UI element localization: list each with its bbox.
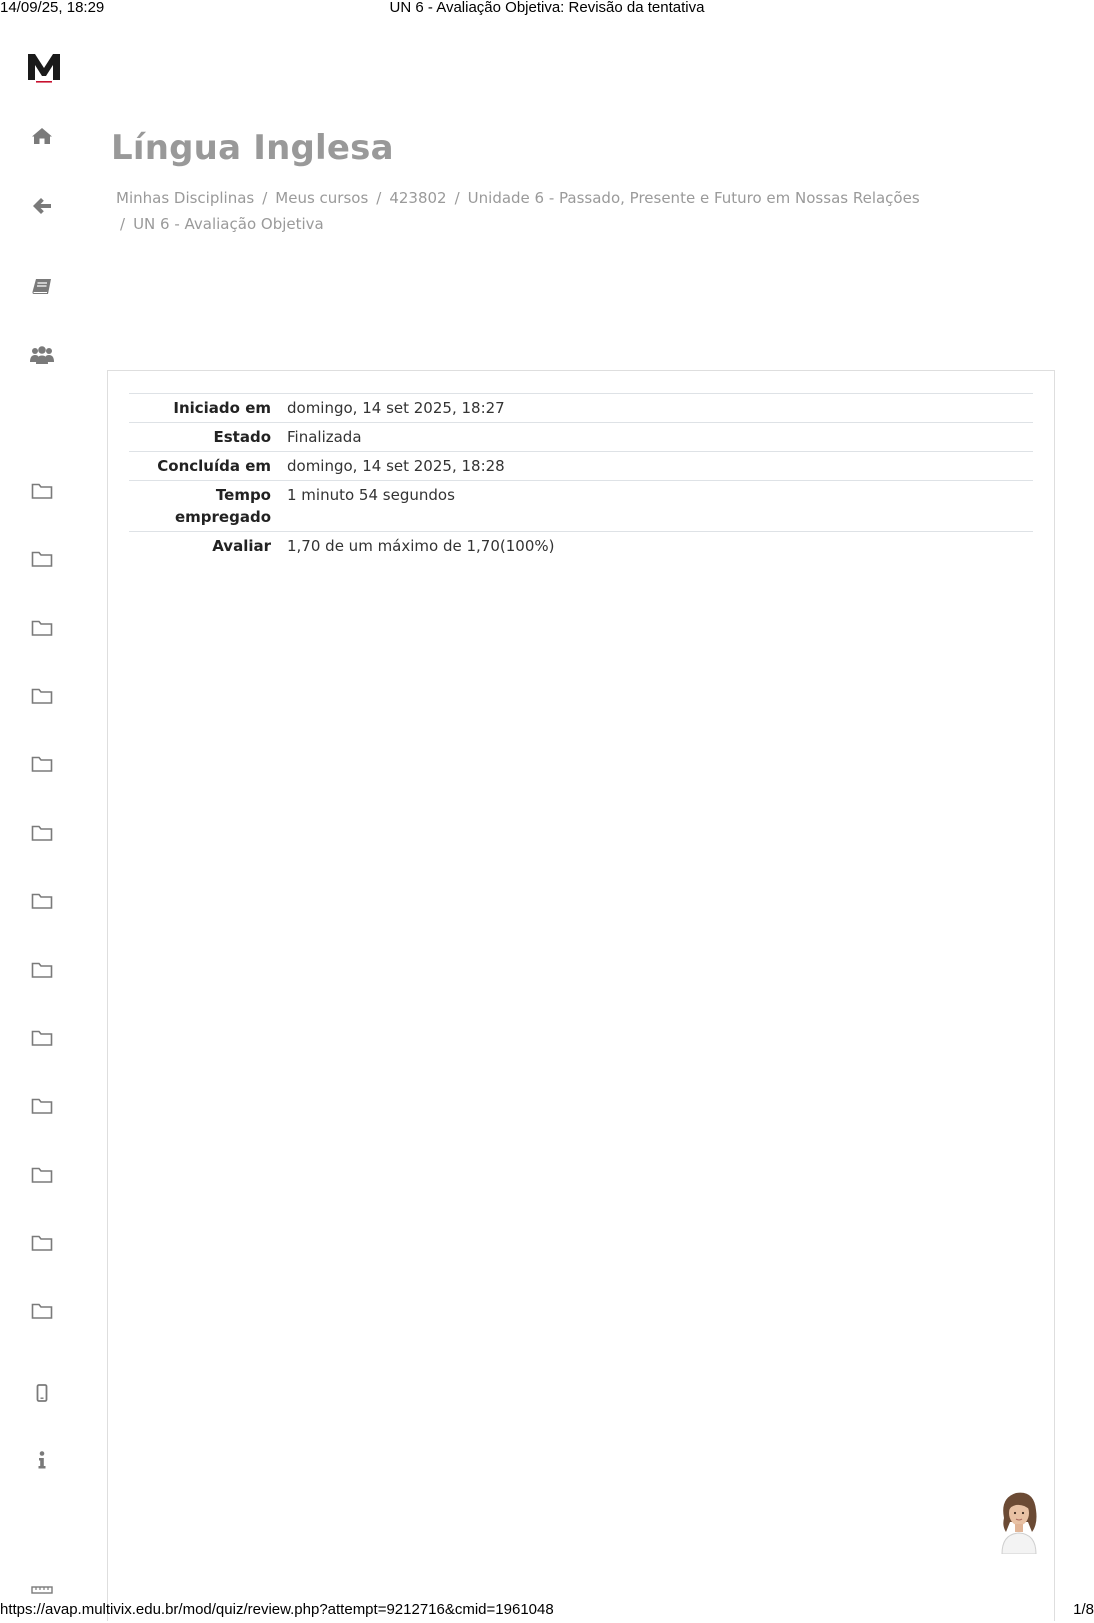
print-footer: https://avap.multivix.edu.br/mod/quiz/re… bbox=[0, 1601, 1094, 1621]
folder-icon[interactable] bbox=[28, 614, 56, 642]
sidebar bbox=[0, 40, 86, 1600]
quiz-review-panel: Iniciado em domingo, 14 set 2025, 18:27 … bbox=[107, 370, 1055, 1621]
assistant-avatar[interactable] bbox=[996, 1488, 1042, 1555]
breadcrumb-item-unit[interactable]: Unidade 6 - Passado, Presente e Futuro e… bbox=[468, 189, 920, 207]
breadcrumb-separator: / bbox=[376, 189, 382, 207]
summary-label: Avaliar bbox=[212, 537, 271, 555]
folder-icon[interactable] bbox=[28, 819, 56, 847]
breadcrumb-item-minhas-disciplinas[interactable]: Minhas Disciplinas bbox=[116, 189, 254, 207]
summary-value: Finalizada bbox=[287, 428, 362, 446]
summary-row-started: Iniciado em domingo, 14 set 2025, 18:27 bbox=[129, 393, 1033, 423]
book-icon[interactable] bbox=[28, 273, 56, 301]
print-page-number: 1/8 bbox=[1073, 1601, 1094, 1618]
folder-icon[interactable] bbox=[28, 1229, 56, 1257]
info-icon[interactable] bbox=[28, 1446, 56, 1474]
attempt-summary-table: Iniciado em domingo, 14 set 2025, 18:27 … bbox=[129, 393, 1033, 560]
print-page-title: UN 6 - Avaliação Objetiva: Revisão da te… bbox=[389, 0, 705, 16]
print-header: 14/09/25, 18:29 UN 6 - Avaliação Objetiv… bbox=[0, 0, 1094, 18]
folder-icon[interactable] bbox=[28, 1024, 56, 1052]
breadcrumb-separator: / bbox=[262, 189, 268, 207]
folder-icon[interactable] bbox=[28, 956, 56, 984]
folder-icon[interactable] bbox=[28, 887, 56, 915]
summary-row-grade: Avaliar 1,70 de um máximo de 1,70(100%) bbox=[129, 531, 1033, 561]
folder-icon[interactable] bbox=[28, 545, 56, 573]
breadcrumb: Minhas Disciplinas / Meus cursos / 423802 / Un… bbox=[116, 185, 966, 237]
folder-icon[interactable] bbox=[28, 1161, 56, 1189]
summary-row-completed: Concluída em domingo, 14 set 2025, 18:28 bbox=[129, 451, 1033, 481]
summary-value: 1,70 de um máximo de 1,70(100%) bbox=[287, 537, 555, 555]
summary-label: Iniciado em bbox=[173, 399, 271, 417]
summary-value: domingo, 14 set 2025, 18:27 bbox=[287, 399, 505, 417]
logo[interactable] bbox=[26, 50, 62, 84]
breadcrumb-item-meus-cursos[interactable]: Meus cursos bbox=[275, 189, 368, 207]
breadcrumb-item-quiz[interactable]: UN 6 - Avaliação Objetiva bbox=[133, 215, 324, 233]
breadcrumb-separator: / bbox=[120, 215, 126, 233]
summary-row-time-taken: Tempo empregado 1 minuto 54 segundos bbox=[129, 480, 1033, 532]
summary-row-state: Estado Finalizada bbox=[129, 422, 1033, 452]
ruler-icon[interactable] bbox=[28, 1580, 56, 1600]
folder-icon[interactable] bbox=[28, 1297, 56, 1325]
summary-label: Tempo empregado bbox=[174, 486, 271, 526]
folder-icon[interactable] bbox=[28, 682, 56, 710]
folder-icon[interactable] bbox=[28, 477, 56, 505]
print-url: https://avap.multivix.edu.br/mod/quiz/re… bbox=[0, 1601, 554, 1618]
summary-label: Concluída em bbox=[157, 457, 271, 475]
mobile-icon[interactable] bbox=[28, 1379, 56, 1407]
summary-value: domingo, 14 set 2025, 18:28 bbox=[287, 457, 505, 475]
summary-value: 1 minuto 54 segundos bbox=[287, 486, 455, 504]
folder-icon[interactable] bbox=[28, 1092, 56, 1120]
summary-label: Estado bbox=[213, 428, 271, 446]
logo-icon bbox=[28, 54, 60, 83]
breadcrumb-item-course-id[interactable]: 423802 bbox=[389, 189, 446, 207]
users-icon[interactable] bbox=[28, 341, 56, 369]
course-title: Língua Inglesa bbox=[111, 128, 394, 168]
back-arrow-icon[interactable] bbox=[28, 192, 56, 220]
assistant-avatar-icon bbox=[1001, 1492, 1037, 1555]
breadcrumb-separator: / bbox=[454, 189, 460, 207]
folder-icon[interactable] bbox=[28, 750, 56, 778]
home-icon[interactable] bbox=[28, 122, 56, 150]
